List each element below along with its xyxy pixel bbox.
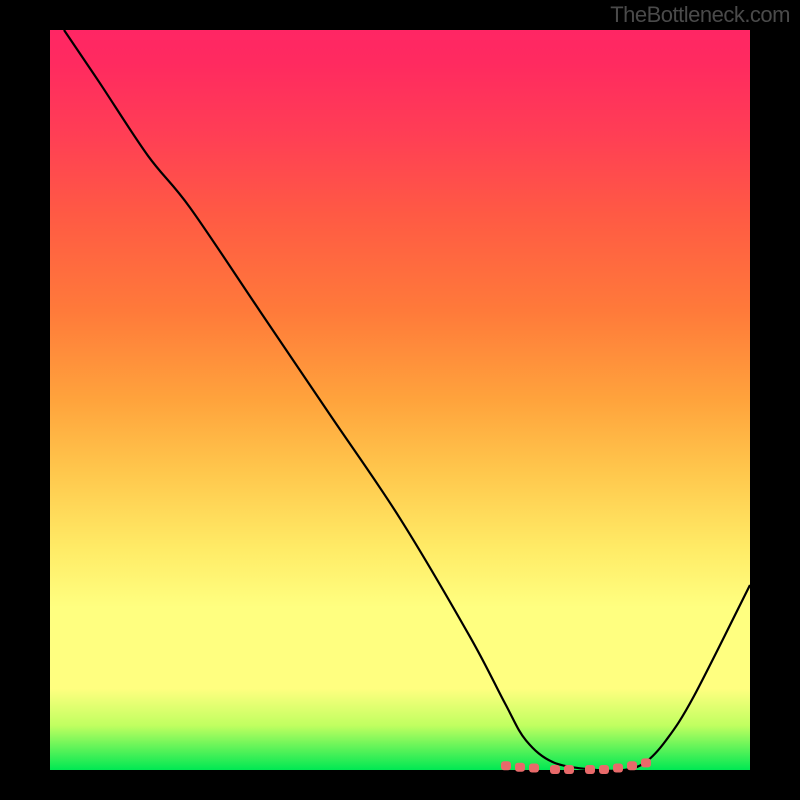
trough-marker xyxy=(564,765,574,774)
chart-svg xyxy=(50,30,750,770)
trough-marker xyxy=(550,765,560,774)
trough-marker xyxy=(613,764,623,773)
bottleneck-curve-line xyxy=(64,30,750,771)
trough-marker xyxy=(529,764,539,773)
trough-marker xyxy=(641,758,651,767)
watermark-text: TheBottleneck.com xyxy=(610,2,790,28)
trough-marker xyxy=(515,763,525,772)
trough-marker xyxy=(599,765,609,774)
trough-marker xyxy=(585,765,595,774)
trough-markers xyxy=(501,758,651,774)
trough-marker xyxy=(501,761,511,770)
trough-marker xyxy=(627,761,637,770)
chart-plot-area xyxy=(50,30,750,770)
